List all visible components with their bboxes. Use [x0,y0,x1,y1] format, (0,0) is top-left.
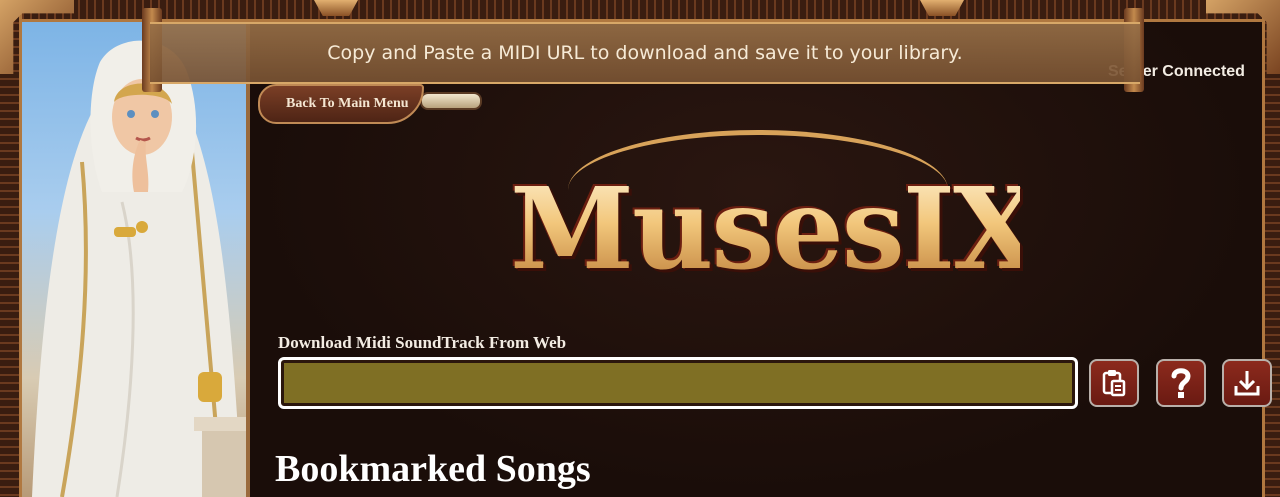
ornate-frame-top [0,0,1280,22]
help-button[interactable] [1156,359,1206,407]
download-label: Download Midi SoundTrack From Web [278,333,567,352]
clipboard-icon [1102,370,1126,397]
ornate-frame-left [0,0,22,497]
muse-portrait [22,22,250,497]
question-mark-icon [1171,368,1191,398]
banner-message: Copy and Paste a MIDI URL to download an… [327,42,963,64]
notification-banner: Copy and Paste a MIDI URL to download an… [150,22,1140,84]
midi-url-input[interactable] [278,357,1078,409]
back-button-label: Back To Main Menu [286,96,409,111]
download-icon [1234,371,1260,396]
ornate-frame-right [1262,0,1280,497]
bookmarked-songs-title: Bookmarked Songs [275,448,591,490]
back-to-main-menu-button[interactable]: Back To Main Menu [258,84,424,124]
sword-hilt-decoration [420,92,482,110]
paste-button[interactable] [1089,359,1139,407]
app-logo: MusesIX [510,160,1040,300]
download-button[interactable] [1222,359,1272,407]
